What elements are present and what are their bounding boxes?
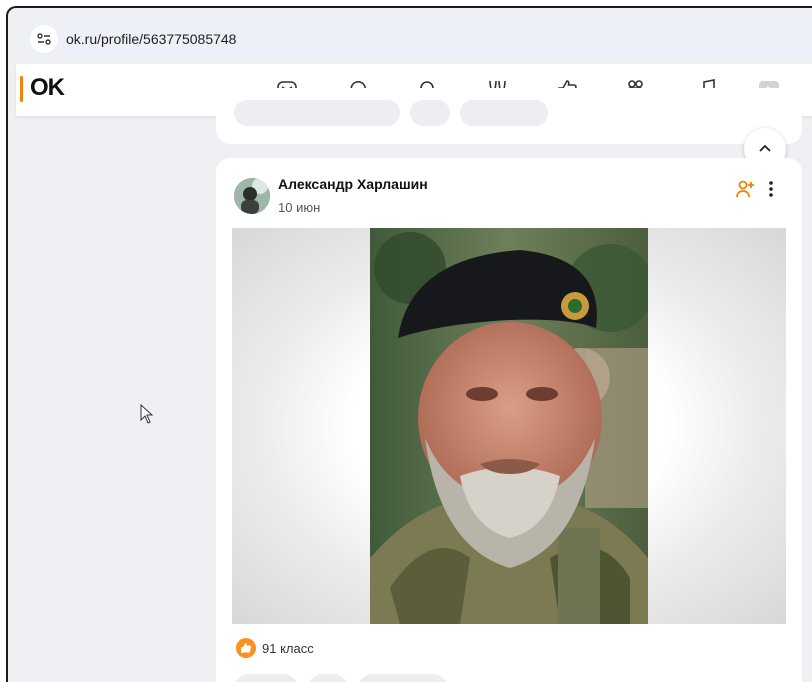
prev-class-button[interactable] <box>460 100 548 126</box>
ok-logo[interactable]: OK <box>30 74 65 102</box>
class-button[interactable] <box>358 674 448 682</box>
author-name[interactable]: Александр Харлашин <box>278 176 428 192</box>
previous-post <box>216 88 802 144</box>
feed-post: Александр Харлашин 10 июн 91 класс <box>216 158 802 682</box>
thumbs-up-icon <box>236 638 256 658</box>
ok-logo-stripe <box>20 76 23 102</box>
add-friend-icon[interactable] <box>734 178 756 200</box>
likes-summary[interactable]: 91 класс <box>236 638 314 658</box>
prev-comment-button[interactable] <box>234 100 400 126</box>
share-button[interactable] <box>308 674 348 682</box>
post-date[interactable]: 10 июн <box>278 200 320 215</box>
comment-button[interactable] <box>234 674 298 682</box>
site-info-icon[interactable] <box>30 25 58 53</box>
address-bar[interactable]: ok.ru/profile/563775085748 <box>20 20 812 58</box>
more-options-icon[interactable] <box>764 178 778 200</box>
likes-count: 91 класс <box>262 640 314 656</box>
post-photo[interactable] <box>370 228 648 624</box>
url-text[interactable]: ok.ru/profile/563775085748 <box>66 31 236 47</box>
prev-share-button[interactable] <box>410 100 450 126</box>
mouse-cursor-icon <box>140 403 154 424</box>
post-photo-container <box>232 228 786 624</box>
browser-window: ok.ru/profile/563775085748 OK Александр … <box>6 6 812 682</box>
author-avatar[interactable] <box>234 178 270 214</box>
chevron-up-icon <box>759 144 771 152</box>
